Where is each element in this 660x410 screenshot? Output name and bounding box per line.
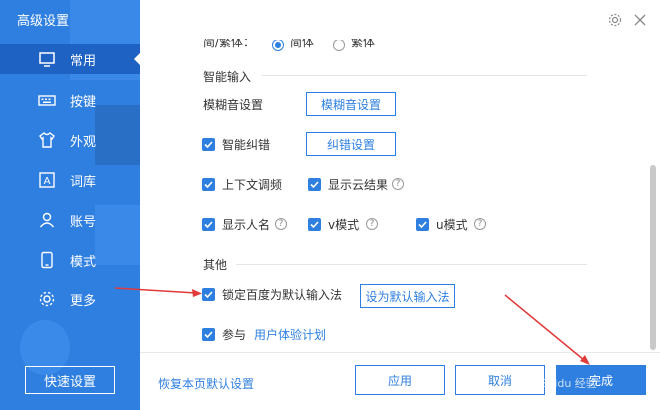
sidebar-item-appearance[interactable]: 外观 (0, 125, 140, 155)
names-label: 显示人名 (222, 218, 271, 232)
sidebar-item-mode[interactable]: 模式 (0, 245, 140, 275)
phone-mode-icon (38, 251, 56, 269)
radio-traditional-label: 繁体 (351, 35, 376, 49)
help-icon[interactable]: ? (474, 218, 486, 230)
sidebar-item-dictionary[interactable]: A 词库 (0, 165, 140, 195)
check-icon (204, 141, 213, 149)
cloud-label: 显示云结果 (328, 178, 389, 192)
watermark: Baidu 经验 (540, 377, 597, 390)
autocorrect-settings-button[interactable]: 纠错设置 (306, 132, 396, 156)
radio-simplified-label: 简体 (290, 35, 315, 49)
section-title-other: 其他 (203, 258, 228, 272)
check-icon (204, 291, 213, 299)
autocorrect-label: 智能纠错 (222, 138, 271, 152)
settings-icon[interactable] (607, 12, 623, 28)
section-divider (236, 264, 587, 265)
ux-plan-link[interactable]: 用户体验计划 (254, 326, 326, 343)
sidebar-item-common[interactable]: 常用 (0, 44, 140, 74)
footer-divider (140, 352, 660, 353)
check-icon (310, 181, 319, 189)
help-icon[interactable]: ? (366, 218, 378, 230)
dictionary-icon: A (38, 171, 56, 189)
sidebar-item-label: 更多 (70, 293, 97, 309)
join-label: 参与 (222, 328, 247, 342)
monitor-icon (38, 50, 56, 68)
sidebar-item-label: 词库 (70, 174, 97, 190)
sidebar-item-label: 外观 (70, 134, 97, 150)
help-icon[interactable]: ? (275, 218, 287, 230)
u-mode-label: u模式 (436, 218, 468, 232)
sidebar-item-label: 按键 (70, 94, 97, 110)
apply-button[interactable]: 应用 (355, 365, 445, 395)
simplified-traditional-label: 简/繁体： (203, 35, 256, 49)
autocorrect-checkbox[interactable] (202, 138, 215, 151)
user-icon (38, 211, 56, 229)
check-icon (418, 221, 427, 229)
sidebar-item-label: 常用 (70, 53, 97, 69)
fuzzy-label: 模糊音设置 (203, 98, 264, 112)
sidebar-item-more[interactable]: 更多 (0, 284, 140, 314)
scrollbar-thumb[interactable] (650, 165, 656, 350)
ux-plan-checkbox[interactable] (202, 328, 215, 341)
shirt-icon (38, 131, 56, 149)
lock-default-checkbox[interactable] (202, 288, 215, 301)
sidebar: 高级设置 常用 按键 外观 A 词库 账号 模式 更多 快速设置 (0, 0, 140, 410)
annotation-arrow (504, 294, 590, 365)
check-icon (204, 331, 213, 339)
radio-simplified[interactable] (272, 40, 284, 51)
active-indicator (134, 52, 140, 66)
lock-default-label: 锁定百度为默认输入法 (222, 288, 343, 302)
sidebar-item-keys[interactable]: 按键 (0, 85, 140, 115)
fuzzy-settings-button[interactable]: 模糊音设置 (306, 92, 396, 116)
cloud-checkbox[interactable] (308, 178, 321, 191)
set-default-button[interactable]: 设为默认输入法 (360, 284, 455, 308)
keyboard-icon (38, 91, 56, 109)
cancel-button[interactable]: 取消 (455, 365, 545, 395)
close-icon[interactable] (632, 12, 648, 28)
u-mode-checkbox[interactable] (416, 218, 429, 231)
v-mode-label: v模式 (328, 218, 360, 232)
window-title: 高级设置 (17, 14, 70, 29)
check-icon (204, 181, 213, 189)
section-divider (262, 75, 587, 76)
check-icon (310, 221, 319, 229)
v-mode-checkbox[interactable] (308, 218, 321, 231)
quick-settings-button[interactable]: 快速设置 (25, 366, 115, 394)
check-icon (204, 221, 213, 229)
gear-icon (38, 290, 56, 308)
names-checkbox[interactable] (202, 218, 215, 231)
context-label: 上下文调频 (222, 178, 283, 192)
svg-text:A: A (44, 176, 51, 187)
sidebar-item-label: 模式 (70, 254, 97, 270)
context-checkbox[interactable] (202, 178, 215, 191)
sidebar-item-label: 账号 (70, 214, 97, 230)
restore-defaults-link[interactable]: 恢复本页默认设置 (158, 375, 254, 392)
help-icon[interactable]: ? (392, 178, 404, 190)
sidebar-item-account[interactable]: 账号 (0, 205, 140, 235)
section-title-smart-input: 智能输入 (203, 70, 252, 84)
radio-traditional[interactable] (333, 40, 345, 51)
